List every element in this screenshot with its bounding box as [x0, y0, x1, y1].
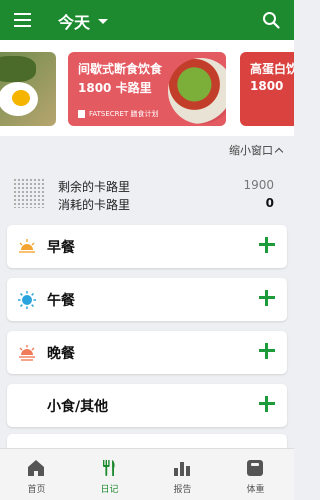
nav-home[interactable]: 首页: [0, 449, 73, 500]
consumed-calories-value: 0: [265, 196, 274, 210]
caret-down-icon: [98, 18, 109, 24]
nav-label: 报告: [173, 485, 192, 495]
meal-card-breakfast[interactable]: 早餐: [7, 225, 287, 268]
sun-icon: [18, 291, 36, 309]
meal-label: 晚餐: [47, 346, 75, 362]
meal-plan-carousel[interactable]: 间歇式断食饮食 1800 卡路里 FATSECRET 膳食计划 高蛋白饮食 18…: [0, 40, 294, 136]
meal-plan-card[interactable]: 间歇式断食饮食 1800 卡路里 FATSECRET 膳食计划: [68, 52, 226, 126]
food-image: [0, 56, 36, 82]
nav-weight[interactable]: 体重: [219, 449, 292, 500]
bar-chart-icon: [174, 462, 190, 476]
sunset-icon: [19, 345, 35, 361]
calorie-summary: 剩余的卡路里 1900 消耗的卡路里 0: [0, 166, 294, 216]
moon-icon: [22, 399, 29, 413]
add-food-button[interactable]: [259, 237, 275, 253]
bottom-navigation: 首页 日记 报告 体重: [0, 448, 294, 500]
nav-reports[interactable]: 报告: [146, 449, 219, 500]
remaining-calories-label: 剩余的卡路里: [58, 180, 131, 194]
nav-label: 体重: [246, 485, 265, 495]
meal-plan-calories: 1800 卡路里: [78, 81, 152, 95]
meal-label: 午餐: [47, 293, 75, 309]
chevron-up-icon: [274, 147, 284, 156]
brand-icon: [78, 110, 85, 118]
home-icon: [28, 460, 44, 476]
meal-label: 小食/其他: [47, 399, 109, 415]
consumed-calories-label: 消耗的卡路里: [58, 198, 131, 212]
nav-label: 日记: [100, 485, 119, 495]
collapse-button[interactable]: 缩小窗口: [229, 142, 284, 158]
meal-plan-title-next: 高蛋白饮食: [250, 62, 294, 76]
app-bar: 今天: [0, 0, 294, 40]
remaining-calories-value: 1900: [243, 178, 274, 192]
meal-plan-footer: FATSECRET 膳食计划: [78, 109, 158, 119]
cutlery-icon: [103, 460, 115, 476]
sunrise-icon: [19, 239, 35, 253]
meal-card-snack[interactable]: 小食/其他: [7, 384, 287, 427]
search-icon[interactable]: [262, 11, 280, 29]
add-food-button[interactable]: [259, 343, 275, 359]
date-selector[interactable]: 今天: [58, 9, 109, 33]
scale-icon: [247, 460, 263, 476]
meal-card-dinner[interactable]: 晚餐: [7, 331, 287, 374]
meal-plan-card-previous[interactable]: [0, 52, 56, 126]
meal-plan-calories-next: 1800: [250, 79, 284, 93]
meal-plan-title: 间歇式断食饮食: [78, 62, 163, 76]
collapse-label: 缩小窗口: [229, 144, 273, 157]
nav-diary[interactable]: 日记: [73, 449, 146, 500]
meal-label: 早餐: [47, 240, 75, 256]
meal-card-lunch[interactable]: 午餐: [7, 278, 287, 321]
menu-icon[interactable]: [14, 13, 31, 27]
meal-plan-card-next[interactable]: 高蛋白饮食 1800: [240, 52, 294, 126]
add-food-button[interactable]: [259, 396, 275, 412]
dot-grid-icon: [13, 178, 45, 208]
nav-label: 首页: [27, 485, 46, 495]
meal-plan-brand: FATSECRET 膳食计划: [89, 110, 159, 118]
add-food-button[interactable]: [259, 290, 275, 306]
page-title: 今天: [58, 13, 91, 32]
yolk-image: [12, 90, 30, 106]
